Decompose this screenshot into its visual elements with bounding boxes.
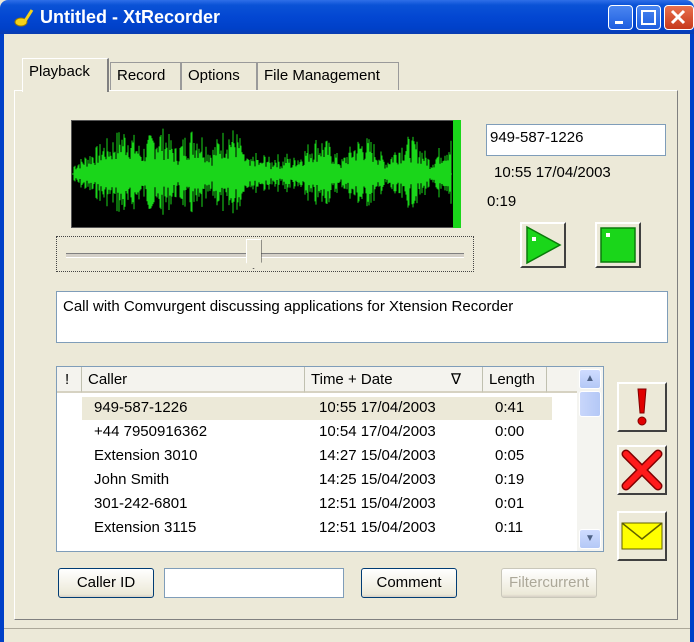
waveform-trace (73, 128, 452, 215)
cell-length: 0:41 (495, 399, 525, 416)
cell-length: 0:11 (495, 519, 524, 536)
cell-caller: 949-587-1226 (94, 399, 188, 416)
cell-time: 10:55 17/04/2003 (319, 399, 436, 416)
cell-caller: 301-242-6801 (94, 495, 188, 512)
app-icon (14, 9, 34, 27)
column-header-label: Time + Date (311, 371, 393, 388)
vertical-scrollbar[interactable]: ▲ ▼ (577, 367, 603, 551)
waveform-end-marker (453, 120, 461, 228)
email-button[interactable] (617, 511, 667, 561)
maximize-button[interactable] (636, 5, 661, 30)
filter-input[interactable] (164, 568, 344, 598)
column-header-flag[interactable]: ! (57, 367, 82, 393)
close-icon (670, 9, 686, 25)
scroll-up-icon[interactable]: ▲ (579, 369, 601, 389)
tab-options[interactable]: Options (181, 62, 257, 90)
tab-record[interactable]: Record (110, 62, 181, 90)
cell-time: 10:54 17/04/2003 (319, 423, 436, 440)
tab-label: Record (117, 67, 166, 84)
column-header-length[interactable]: Length (483, 367, 547, 393)
cell-length: 0:05 (495, 447, 525, 464)
table-row[interactable]: 301-242-6801 12:51 15/04/2003 0:01 (57, 493, 577, 516)
sort-indicator-icon: ∇ (451, 371, 462, 388)
status-divider (4, 628, 690, 629)
table-row[interactable]: John Smith 14:25 15/04/2003 0:19 (57, 469, 577, 492)
window-border-left (0, 34, 4, 642)
filter-current-button[interactable]: Filtercurrent (501, 568, 597, 598)
flag-icon (637, 388, 647, 426)
mail-icon (621, 522, 663, 550)
column-header-time-date[interactable]: Time + Date ∇ (305, 367, 483, 393)
table-row[interactable]: Extension 3010 14:27 15/04/2003 0:05 (57, 445, 577, 468)
table-row[interactable]: +44 7950916362 10:54 17/04/2003 0:00 (57, 421, 577, 444)
cell-caller: John Smith (94, 471, 170, 488)
window-border-right (690, 34, 694, 642)
window-title: Untitled - XtRecorder (40, 7, 221, 27)
column-header-filler (547, 367, 577, 393)
table-row[interactable]: Extension 3115 12:51 15/04/2003 0:11 (57, 517, 577, 540)
call-duration: 0:19 (487, 193, 517, 210)
tab-label: Options (188, 67, 240, 84)
tab-file-management[interactable]: File Management (257, 62, 399, 90)
cell-time: 14:25 15/04/2003 (319, 471, 436, 488)
play-icon (526, 225, 562, 265)
comment-button[interactable]: Comment (361, 568, 457, 598)
delete-button[interactable] (617, 445, 667, 495)
table-row[interactable]: 949-587-1226 10:55 17/04/2003 0:41 (82, 397, 552, 420)
scroll-thumb[interactable] (579, 391, 601, 417)
cell-time: 14:27 15/04/2003 (319, 447, 436, 464)
delete-icon (621, 449, 663, 491)
stop-button[interactable] (595, 222, 641, 268)
caller-id-button[interactable]: Caller ID (58, 568, 154, 598)
cell-time: 12:51 15/04/2003 (319, 495, 436, 512)
description-field[interactable]: Call with Comvurgent discussing applicat… (56, 291, 668, 343)
maximize-icon (641, 10, 656, 25)
call-list[interactable]: ! Caller Time + Date ∇ Length 949-587-12… (56, 366, 604, 552)
cell-length: 0:19 (495, 471, 525, 488)
column-header-caller[interactable]: Caller (82, 367, 305, 393)
cell-length: 0:00 (495, 423, 525, 440)
minimize-icon (615, 21, 623, 24)
waveform-graph (72, 128, 452, 215)
phone-number-field[interactable]: 949-587-1226 (486, 124, 666, 156)
stop-icon (600, 227, 636, 263)
cell-caller: +44 7950916362 (94, 423, 208, 440)
tab-playback[interactable]: Playback (22, 58, 109, 92)
cell-caller: Extension 3010 (94, 447, 198, 464)
flag-button[interactable] (617, 382, 667, 432)
call-datetime: 10:55 17/04/2003 (494, 164, 611, 181)
waveform-display[interactable] (71, 120, 461, 228)
cell-caller: Extension 3115 (94, 519, 197, 536)
play-button[interactable] (520, 222, 566, 268)
slider-track (66, 253, 464, 258)
tab-label: File Management (264, 67, 380, 84)
close-button[interactable] (664, 5, 694, 30)
scroll-down-icon[interactable]: ▼ (579, 529, 601, 549)
tab-label: Playback (29, 63, 90, 80)
cell-length: 0:01 (495, 495, 525, 512)
minimize-button[interactable] (608, 5, 633, 30)
cell-time: 12:51 15/04/2003 (319, 519, 436, 536)
